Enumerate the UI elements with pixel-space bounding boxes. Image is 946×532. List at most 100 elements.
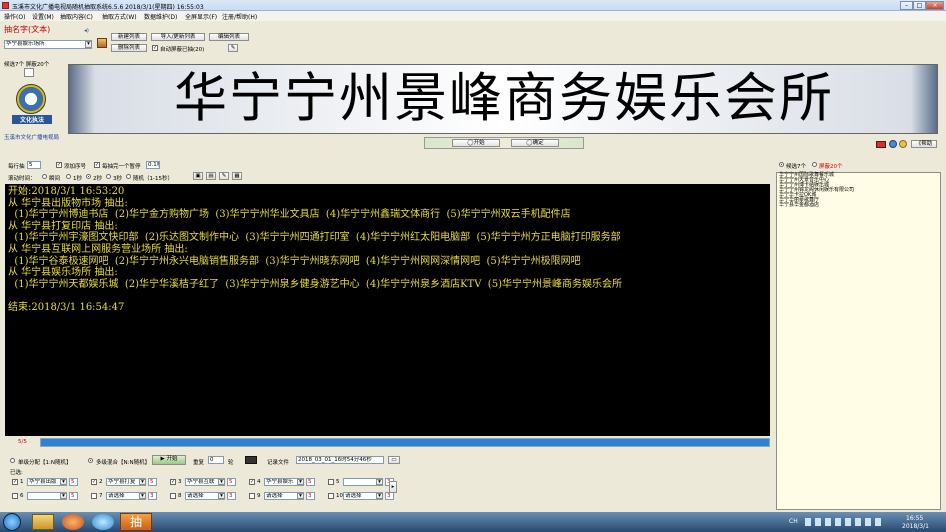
menu-data[interactable]: 数据维护(D) bbox=[144, 12, 177, 21]
record-file-select[interactable]: 2018_03_01_16时54分46秒 bbox=[296, 456, 384, 464]
slot-dropdown-icon[interactable]: ▾ bbox=[218, 479, 225, 485]
tool-icon-4[interactable]: ▦ bbox=[232, 172, 242, 180]
start-orb-icon[interactable] bbox=[3, 513, 21, 531]
bottom-start-button[interactable]: ▶ 开始 bbox=[152, 455, 186, 465]
slot-checkbox[interactable] bbox=[328, 479, 334, 485]
scroll-radio-3s[interactable] bbox=[106, 174, 111, 179]
slot-dropdown-icon[interactable]: ▾ bbox=[60, 479, 67, 485]
slot-count[interactable]: 5 bbox=[69, 492, 78, 500]
edit-list-button[interactable]: 编辑列表 bbox=[209, 33, 249, 41]
open-folder-icon[interactable]: ▭ bbox=[388, 456, 400, 464]
slot-count[interactable]: 3 bbox=[306, 492, 315, 500]
list-item[interactable]: 华宁县华金都酒店 bbox=[777, 203, 940, 208]
start-button[interactable]: ◯开始 bbox=[452, 139, 500, 147]
language-indicator[interactable]: CH bbox=[789, 518, 798, 525]
slot-dropdown-icon[interactable]: ▾ bbox=[297, 493, 304, 499]
tool-icon-2[interactable]: ▤ bbox=[206, 172, 216, 180]
menu-fullscreen[interactable]: 全屏显示(F) bbox=[185, 12, 217, 21]
pause-input[interactable]: 0.1秒 bbox=[146, 161, 160, 169]
tool-icon-3[interactable]: ✎ bbox=[219, 172, 229, 180]
list-select[interactable]: 华宁县娱乐场所 bbox=[4, 40, 92, 49]
slot-number: 5 bbox=[336, 479, 340, 485]
candidate-list[interactable]: 华宁宁州国际歌舞餐乐城 华宁宁州天景音乐中心 华宁宁州博卡纳娱乐城 华宁宁州锦龙阁休闲… bbox=[776, 172, 941, 510]
slot-count[interactable]: 3 bbox=[227, 492, 236, 500]
media-player-icon[interactable] bbox=[62, 514, 84, 530]
slot-count[interactable]: 3 bbox=[148, 492, 157, 500]
more-slots-button[interactable]: ▸ bbox=[389, 481, 397, 493]
console-line: (1)华宁宁州宇濠图文快印部 (2)乐达图文制作中心 (3)华宁宁州四通打印室 … bbox=[8, 232, 621, 244]
per-line-input[interactable]: 5 bbox=[27, 161, 41, 169]
pause-checkbox[interactable]: ✓ bbox=[94, 162, 100, 168]
slot-dropdown-icon[interactable]: ▾ bbox=[139, 493, 146, 499]
tray-icons[interactable] bbox=[805, 518, 885, 526]
slot-dropdown-icon[interactable]: ▾ bbox=[218, 493, 225, 499]
slot-number: 9 bbox=[257, 493, 261, 499]
menu-content[interactable]: 抽取内容(C) bbox=[60, 12, 93, 21]
refresh-icon[interactable] bbox=[97, 38, 107, 48]
slot-checkbox[interactable] bbox=[12, 493, 18, 499]
console-line: 从 华宁县出版物市场 抽出: bbox=[8, 197, 128, 209]
app-task-button[interactable]: 抽 bbox=[120, 513, 152, 531]
slot-dropdown-icon[interactable]: ▾ bbox=[376, 493, 383, 499]
slot-checkbox[interactable] bbox=[249, 493, 255, 499]
slot-count[interactable]: 5 bbox=[227, 478, 236, 486]
console-line: 开始:2018/3/1 16:53:20 bbox=[8, 186, 125, 197]
slot-checkbox[interactable]: ✓ bbox=[170, 479, 176, 485]
edit-pencil-icon[interactable]: ✎ bbox=[228, 44, 238, 52]
slot-checkbox[interactable] bbox=[328, 493, 334, 499]
control-strip bbox=[424, 137, 584, 149]
slot-dropdown-icon[interactable]: ▾ bbox=[297, 479, 304, 485]
right-shielded-radio[interactable] bbox=[812, 162, 817, 167]
auto-hide-label: 自动屏蔽已抽(20) bbox=[160, 47, 205, 53]
close-button[interactable]: × bbox=[926, 1, 944, 10]
slot-checkbox[interactable]: ✓ bbox=[249, 479, 255, 485]
confirm-button[interactable]: ◯确定 bbox=[511, 139, 559, 147]
slot-dropdown-icon[interactable]: ▾ bbox=[139, 479, 146, 485]
maximize-button[interactable]: □ bbox=[913, 1, 926, 10]
right-candidates-radio[interactable] bbox=[779, 162, 784, 167]
slot-dropdown-icon[interactable]: ▾ bbox=[376, 479, 383, 485]
speaker-icon[interactable]: ◂) bbox=[84, 28, 89, 34]
scroll-radio-instant[interactable] bbox=[42, 174, 47, 179]
scroll-radio-2s[interactable] bbox=[86, 174, 91, 179]
repeat-input[interactable]: 0 bbox=[208, 456, 224, 464]
small-list-icon[interactable] bbox=[24, 68, 34, 77]
explorer-icon[interactable] bbox=[32, 514, 54, 530]
menu-method[interactable]: 抽取方式(W) bbox=[102, 12, 137, 21]
scroll-radio-random[interactable] bbox=[126, 174, 131, 179]
slot-number: 1 bbox=[20, 479, 24, 485]
menu-help[interactable]: 注册/帮助(H) bbox=[222, 12, 257, 21]
screen-icon[interactable] bbox=[876, 141, 886, 148]
auto-hide-checkbox[interactable]: ✓ bbox=[152, 45, 158, 51]
add-number-checkbox[interactable]: ✓ bbox=[56, 162, 62, 168]
delete-list-button[interactable]: 删除列表 bbox=[111, 44, 147, 52]
mode-single-radio[interactable] bbox=[10, 458, 15, 463]
slot-count[interactable]: 5 bbox=[69, 478, 78, 486]
minimize-button[interactable]: – bbox=[900, 1, 913, 10]
new-list-button[interactable]: 新建列表 bbox=[111, 33, 147, 41]
browser-icon[interactable] bbox=[92, 514, 114, 530]
banner-text: 华宁宁州景峰商务娱乐会所 bbox=[174, 68, 834, 129]
slot-checkbox[interactable] bbox=[91, 493, 97, 499]
slot-count[interactable]: 3 bbox=[385, 492, 394, 500]
menu-operate[interactable]: 操作(O) bbox=[4, 12, 25, 21]
info-icon[interactable] bbox=[889, 140, 897, 148]
slot-checkbox[interactable]: ✓ bbox=[12, 479, 18, 485]
slot-checkbox[interactable]: ✓ bbox=[91, 479, 97, 485]
slot-dropdown-icon[interactable]: ▾ bbox=[60, 493, 67, 499]
scroll-option-1s: 1秒 bbox=[73, 176, 82, 182]
screen-toggle-icon[interactable] bbox=[245, 456, 257, 464]
import-list-button[interactable]: 导入/更新列表 bbox=[151, 33, 205, 41]
help-button[interactable]: 《帮助 bbox=[911, 140, 937, 148]
slot-count[interactable]: 5 bbox=[148, 478, 157, 486]
tool-icon-1[interactable]: ▣ bbox=[193, 172, 203, 180]
mode-multi-radio[interactable] bbox=[88, 458, 93, 463]
menu-settings[interactable]: 设置(M) bbox=[32, 12, 54, 21]
repeat-label: 重复 bbox=[193, 460, 205, 466]
slot-checkbox[interactable] bbox=[170, 493, 176, 499]
slot-count[interactable]: 5 bbox=[306, 478, 315, 486]
user-icon[interactable] bbox=[899, 140, 907, 148]
scroll-radio-1s[interactable] bbox=[66, 174, 71, 179]
list-dropdown-icon[interactable]: ▾ bbox=[85, 41, 92, 48]
